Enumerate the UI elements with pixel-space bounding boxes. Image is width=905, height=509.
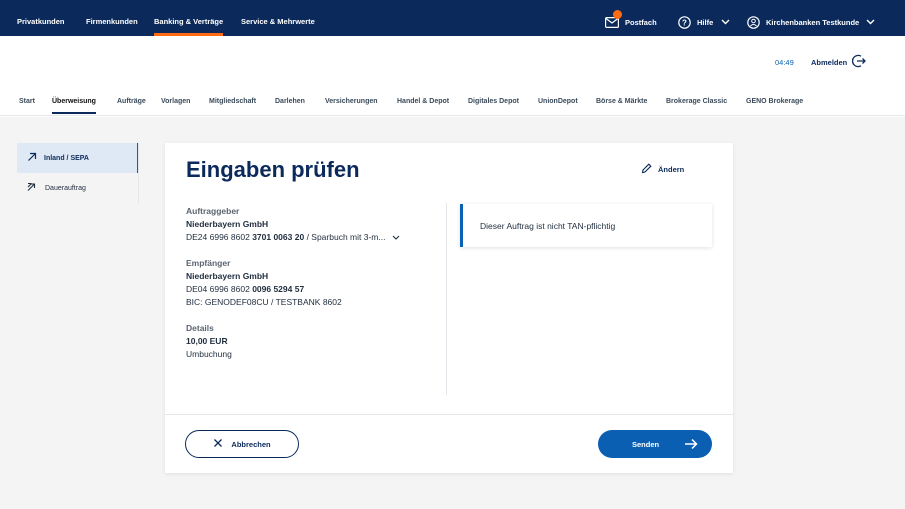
subnav-geno-brokerage[interactable]: GENO Brokerage: [746, 98, 803, 105]
details-label: Details: [186, 323, 214, 334]
subnav-auftraege[interactable]: Aufträge: [117, 98, 146, 105]
empfaenger-iban-prefix: DE04 6996 8602: [186, 284, 250, 295]
subnav-start[interactable]: Start: [19, 98, 35, 105]
side-navigation: Inland / SEPA Dauerauftrag: [17, 143, 139, 203]
sidenav-divider: [138, 143, 139, 203]
edit-label: Ändern: [658, 165, 685, 174]
sidenav-label: Inland / SEPA: [44, 154, 89, 162]
empfaenger-iban-bold: 0096 5294 57: [252, 284, 305, 295]
cancel-label: Abbrechen: [231, 439, 271, 449]
pencil-icon: [641, 163, 652, 176]
send-button[interactable]: Senden: [598, 430, 712, 458]
cancel-button[interactable]: Abbrechen: [185, 430, 299, 458]
empfaenger-iban: DE04 6996 8602 0096 5294 57: [186, 283, 436, 296]
auftraggeber-account-suffix: / Sparbuch mit 3-m...: [306, 232, 386, 242]
subnav-handel-depot[interactable]: Handel & Depot: [397, 98, 449, 105]
top-navigation-bar: Privatkunden Firmenkunden Banking & Vert…: [0, 0, 905, 36]
subnav-uniondepot[interactable]: UnionDepot: [538, 98, 578, 105]
subnav-mitgliedschaft[interactable]: Mitgliedschaft: [209, 98, 256, 105]
chevron-down-icon: [392, 231, 400, 244]
page-title: Eingaben prüfen: [186, 157, 360, 182]
hilfe-menu[interactable]: ? Hilfe: [678, 0, 730, 36]
auftraggeber-section: Auftraggeber Niederbayern GmbH DE24 6996…: [186, 205, 436, 244]
auftraggeber-iban-prefix: DE24 6996 8602: [186, 232, 250, 242]
details-section: Details 10,00 EUR Umbuchung: [186, 322, 436, 361]
sub-navigation: Start Überweisung Aufträge Vorlagen Mitg…: [0, 94, 905, 116]
tab-banking-vertraege[interactable]: Banking & Verträge: [154, 0, 224, 36]
user-menu[interactable]: Kirchenbanken Testkunde: [747, 0, 875, 36]
empfaenger-name: Niederbayern GmbH: [186, 271, 269, 282]
send-label: Senden: [632, 440, 660, 449]
session-timer: 04:49: [775, 58, 794, 67]
repeat-arrow-icon: [27, 182, 38, 194]
subnav-ueberweisung[interactable]: Überweisung: [52, 98, 96, 114]
auftraggeber-iban-bold: 3701 0063 20: [252, 232, 305, 242]
tab-service-mehrwerte[interactable]: Service & Mehrwerte: [241, 0, 315, 36]
postfach-link[interactable]: Postfach: [605, 0, 657, 36]
chevron-down-icon: [721, 19, 730, 25]
subnav-divider: [0, 115, 905, 116]
footer-divider: [165, 414, 733, 415]
sidenav-item-inland-sepa[interactable]: Inland / SEPA: [17, 143, 139, 173]
subnav-vorlagen[interactable]: Vorlagen: [161, 98, 190, 105]
help-icon: ?: [678, 15, 691, 29]
auftraggeber-name: Niederbayern GmbH: [186, 219, 269, 229]
sidenav-item-dauerauftrag[interactable]: Dauerauftrag: [17, 173, 139, 203]
page-header: 04:49 Abmelden Start Überweisung Aufträg…: [0, 36, 905, 117]
empfaenger-label: Empfänger: [186, 258, 231, 269]
mail-icon: [605, 9, 622, 28]
auftraggeber-account[interactable]: DE24 6996 8602 3701 0063 20 / Sparbuch m…: [186, 231, 436, 244]
subnav-digitales-depot[interactable]: Digitales Depot: [468, 98, 519, 105]
details-purpose: Umbuchung: [186, 349, 232, 360]
empfaenger-bic: BIC: GENODEF08CU / TESTBANK 8602: [186, 297, 342, 308]
transfer-details: Auftraggeber Niederbayern GmbH DE24 6996…: [186, 205, 436, 374]
auftraggeber-label: Auftraggeber: [186, 206, 240, 216]
close-icon: [213, 438, 223, 450]
postfach-label: Postfach: [625, 17, 657, 27]
sidenav-label: Dauerauftrag: [45, 184, 86, 192]
arrow-right-icon: [684, 438, 698, 452]
logout-label: Abmelden: [811, 57, 848, 67]
user-name: Kirchenbanken Testkunde: [766, 17, 860, 27]
edit-button[interactable]: Ändern: [641, 163, 684, 176]
column-divider: [446, 203, 447, 395]
subnav-darlehen[interactable]: Darlehen: [275, 98, 305, 105]
empfaenger-section: Empfänger Niederbayern GmbH DE04 6996 86…: [186, 257, 436, 309]
tab-privatkunden[interactable]: Privatkunden: [17, 0, 65, 36]
chevron-down-icon: [866, 19, 875, 25]
tab-firmenkunden[interactable]: Firmenkunden: [86, 0, 138, 36]
svg-text:?: ?: [682, 18, 687, 27]
logout-icon: [852, 54, 867, 70]
subnav-versicherungen[interactable]: Versicherungen: [325, 98, 378, 105]
details-amount: 10,00 EUR: [186, 336, 228, 347]
subnav-boerse-maerkte[interactable]: Börse & Märkte: [596, 98, 647, 105]
tan-notice: Dieser Auftrag ist nicht TAN-pflichtig: [460, 204, 712, 247]
user-icon: [747, 15, 760, 29]
hilfe-label: Hilfe: [697, 17, 714, 27]
notification-dot: [613, 9, 622, 19]
subnav-brokerage-classic[interactable]: Brokerage Classic: [666, 98, 727, 105]
review-card: Eingaben prüfen Ändern Auftraggeber Nied…: [165, 143, 733, 473]
logout-button[interactable]: Abmelden: [811, 54, 867, 70]
arrow-up-right-icon: [27, 152, 37, 164]
